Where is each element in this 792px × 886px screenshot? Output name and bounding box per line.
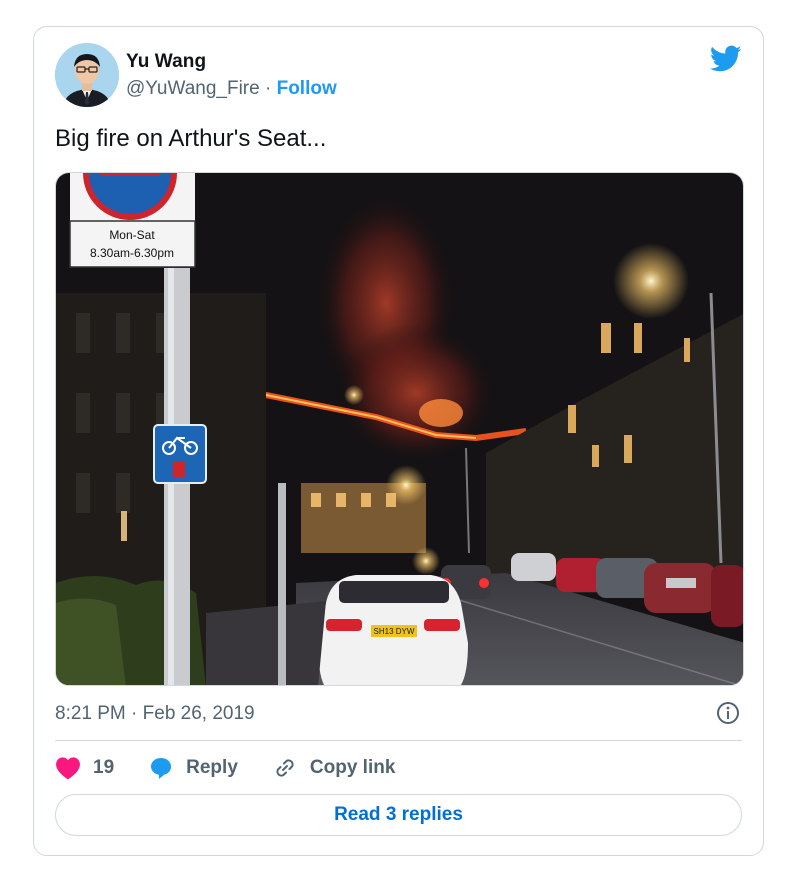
copy-link-label: Copy link bbox=[309, 757, 396, 778]
number-plate: SH13 DYW bbox=[374, 627, 415, 636]
reply-bubble-icon bbox=[151, 758, 172, 779]
like-count: 19 bbox=[93, 757, 115, 778]
tweet-photo[interactable]: SH13 DYW Mon-Sat 8.30am-6.30pm bbox=[55, 172, 744, 686]
tweet-text: Big fire on Arthur's Seat... bbox=[55, 125, 327, 152]
read-replies-button[interactable]: Read 3 replies bbox=[55, 794, 742, 836]
author-handle[interactable]: @YuWang_Fire bbox=[126, 78, 260, 99]
tweet-timestamp[interactable]: 8:21 PM · Feb 26, 2019 bbox=[55, 703, 255, 725]
follow-button[interactable]: Follow bbox=[277, 78, 337, 99]
tweet-actions: 19 Reply Copy link bbox=[55, 752, 429, 784]
reply-button[interactable]: Reply bbox=[148, 756, 238, 780]
separator-dot: · bbox=[259, 78, 277, 99]
divider bbox=[55, 740, 742, 741]
sign-text-hours: 8.30am-6.30pm bbox=[90, 246, 174, 260]
copy-link-button[interactable]: Copy link bbox=[272, 756, 396, 780]
sign-text-days: Mon-Sat bbox=[109, 228, 155, 242]
tweet-card: Yu Wang @YuWang_Fire · Follow Big fire o… bbox=[33, 26, 764, 856]
like-button[interactable]: 19 bbox=[55, 756, 114, 780]
author-name[interactable]: Yu Wang bbox=[126, 51, 206, 73]
heart-icon bbox=[56, 757, 80, 780]
avatar[interactable] bbox=[55, 43, 119, 107]
info-icon[interactable] bbox=[716, 701, 740, 725]
twitter-bird-icon[interactable] bbox=[710, 45, 742, 73]
author-handle-line: @YuWang_Fire · Follow bbox=[126, 78, 337, 100]
link-icon bbox=[276, 759, 294, 777]
reply-label: Reply bbox=[186, 757, 238, 778]
